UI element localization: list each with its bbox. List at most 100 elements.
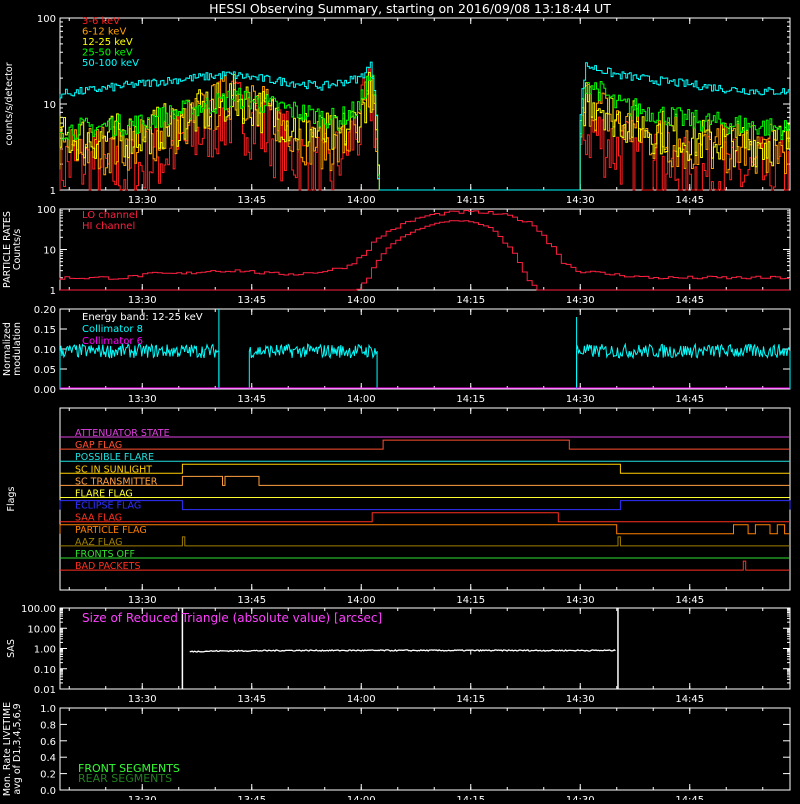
x-tick-label: 14:45 — [675, 394, 704, 405]
x-tick-label: 13:30 — [128, 795, 157, 800]
x-tick-label: 13:45 — [237, 195, 266, 206]
y-axis-label: counts/s/detector — [4, 62, 15, 145]
flag-label: SAA FLAG — [75, 513, 122, 524]
flag-line — [60, 536, 790, 547]
flag-label: GAP FLAG — [75, 440, 122, 451]
y-tick-label: 0.00 — [34, 385, 56, 396]
flag-line — [60, 512, 790, 523]
flag-label: ECLIPSE FLAG — [75, 501, 141, 512]
panel-count-rates: 13:30 13:45 14:00 14:15 14:30 14:45 1 10 100 coun… — [4, 14, 791, 206]
flag-line — [60, 475, 790, 486]
x-tick-label: 13:30 — [128, 195, 157, 206]
flag-line — [59, 524, 790, 535]
flag-label: SC IN SUNLIGHT — [75, 464, 152, 475]
panel-sas: 13:30 13:45 14:00 14:15 14:30 14:45 0.01 0.10 1.… — [6, 604, 791, 705]
x-tick-label: 14:45 — [675, 795, 704, 800]
flag-label: SC TRANSMITTER — [75, 476, 158, 487]
y-tick-label: 0.2 — [40, 770, 56, 781]
x-tick-label: 14:00 — [347, 394, 376, 405]
y-tick-label: 0.10 — [34, 345, 56, 356]
series-line-collimator-8 — [576, 342, 791, 360]
legend-entry: 25-50 keV — [82, 48, 133, 59]
y-axis-label: SAS — [6, 639, 17, 658]
x-tick-label: 14:00 — [347, 595, 376, 606]
x-tick-label: 14:15 — [456, 795, 485, 800]
sas-annotation: Size of Reduced Triangle (absolute value… — [82, 611, 382, 625]
x-tick-label: 14:30 — [566, 595, 595, 606]
series-line-collimator-8 — [248, 343, 378, 360]
x-tick-label: 13:45 — [237, 595, 266, 606]
y-tick-label: 100.00 — [21, 604, 56, 615]
panel-particle-rates: 13:30 13:45 14:00 14:15 14:30 14:45110100PART… — [2, 205, 791, 306]
legend-entry: Collimator 6 — [82, 336, 143, 347]
series-line-HI-channel — [60, 220, 790, 291]
hessi-summary: HESSI Observing Summary, starting on 201… — [0, 0, 800, 804]
x-tick-label: 14:00 — [347, 195, 376, 206]
x-tick-label: 14:30 — [566, 694, 595, 705]
x-tick-label: 14:00 — [347, 295, 376, 306]
legend-entry: 3-6 keV — [82, 16, 120, 27]
y-axis-label: Flags — [6, 486, 17, 511]
y-tick-label: 10 — [43, 100, 56, 111]
y-axis-label: avg of D1,3,4,5,6,9 — [12, 703, 23, 794]
x-tick-label: 14:00 — [347, 795, 376, 800]
x-tick-label: 14:45 — [675, 694, 704, 705]
legend-entry: 6-12 keV — [82, 27, 126, 38]
flag-label: POSSIBLE FLARE — [75, 452, 154, 463]
y-tick-label: 10 — [43, 246, 56, 257]
flag-line — [59, 500, 791, 511]
legend-entry: 50-100 keV — [82, 58, 139, 69]
legend-entry: Collimator 8 — [82, 324, 143, 335]
panel-livetime: 13:30 13:45 14:00 14:15 14:30 14:45 0.0 0.2 0.4 0… — [2, 702, 791, 804]
x-tick-label: 14:45 — [675, 295, 704, 306]
x-tick-label: 13:30 — [128, 595, 157, 606]
flag-label: FLARE FLAG — [75, 489, 133, 500]
legend-entry: 12-25 keV — [82, 37, 133, 48]
flag-label: AAZ FLAG — [75, 537, 122, 548]
flag-label: FRONTS OFF — [75, 549, 135, 560]
panel-modulation: 13:30 13:45 14:00 14:15 14:30 14:45 0.00 0.05 0.… — [2, 305, 791, 405]
x-tick-label: 13:30 — [128, 694, 157, 705]
y-tick-label: 1 — [50, 286, 56, 297]
y-axis-label: Counts/s — [12, 229, 23, 270]
flag-line — [60, 560, 790, 571]
y-tick-label: 0.10 — [34, 665, 56, 676]
y-tick-label: 1.0 — [40, 704, 56, 715]
series-line-LO-channel — [59, 210, 790, 280]
y-tick-label: 0.01 — [34, 685, 56, 696]
series-line-12-25-keV — [59, 71, 790, 191]
y-tick-label: 0.4 — [40, 753, 56, 764]
y-tick-label: 0.6 — [40, 737, 56, 748]
y-axis-label: modulation — [12, 322, 23, 376]
x-tick-label: 14:15 — [456, 195, 485, 206]
x-tick-label: 14:15 — [456, 295, 485, 306]
legend-entry: HI channel — [82, 221, 135, 232]
y-tick-label: 100 — [37, 205, 56, 216]
flag-label: ATTENUATOR STATE — [75, 428, 170, 439]
x-tick-label: 13:30 — [128, 295, 157, 306]
x-tick-label: 14:45 — [675, 595, 704, 606]
x-tick-label: 13:45 — [237, 694, 266, 705]
y-tick-label: 0.20 — [34, 305, 56, 316]
x-tick-label: 14:30 — [566, 795, 595, 800]
annotation-energy-band: Energy band: 12-25 keV — [82, 312, 203, 323]
sas-trace — [189, 649, 616, 653]
x-tick-label: 14:00 — [347, 694, 376, 705]
y-tick-label: 0.8 — [40, 720, 56, 731]
legend-entry: LO channel — [82, 210, 138, 221]
flag-label: PARTICLE FLAG — [75, 525, 147, 536]
x-tick-label: 14:30 — [566, 394, 595, 405]
x-tick-label: 14:15 — [456, 694, 485, 705]
chart-title: HESSI Observing Summary, starting on 201… — [209, 1, 611, 16]
y-tick-label: 0.15 — [34, 325, 56, 336]
x-tick-label: 14:30 — [566, 295, 595, 306]
panel-flags: 13:30 13:45 14:00 14:15 14:30 14:45 Flags ATTEN… — [6, 407, 791, 606]
y-tick-label: 1 — [50, 186, 56, 197]
x-tick-label: 13:45 — [237, 394, 266, 405]
x-tick-label: 13:30 — [128, 394, 157, 405]
flag-label: BAD PACKETS — [75, 561, 141, 572]
legend-entry: REAR SEGMENTS — [78, 772, 172, 785]
x-tick-label: 14:15 — [456, 595, 485, 606]
summary-plot: HESSI Observing Summary, starting on 201… — [2, 1, 791, 804]
x-tick-label: 13:45 — [237, 795, 266, 800]
